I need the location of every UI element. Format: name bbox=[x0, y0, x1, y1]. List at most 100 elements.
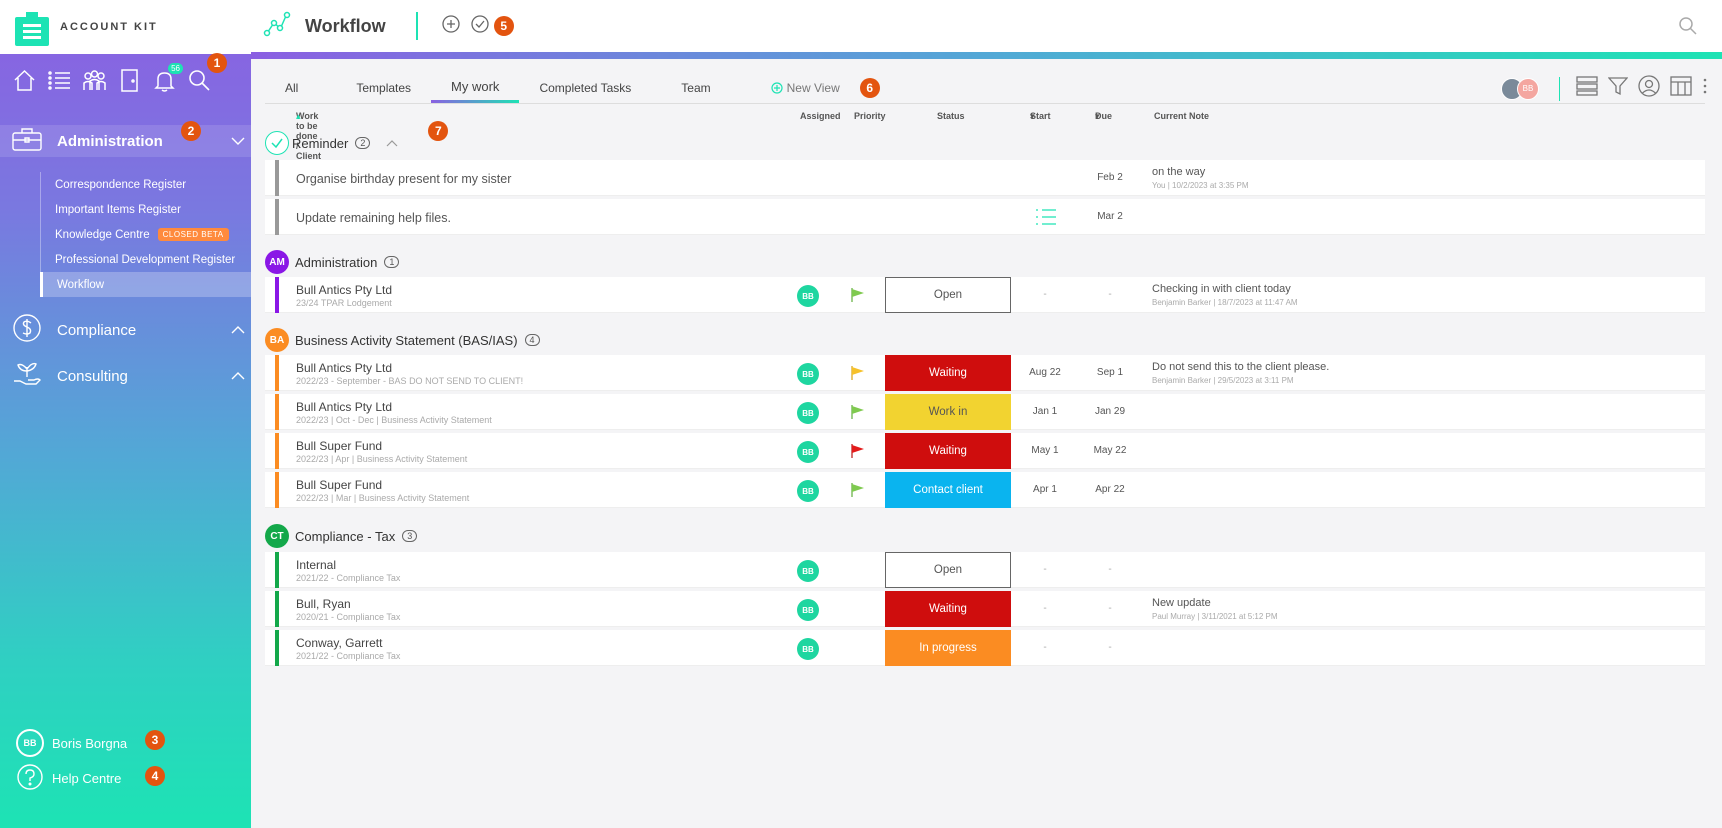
assignee-avatar[interactable]: BB bbox=[797, 402, 819, 424]
assignee-avatar[interactable]: BB bbox=[797, 480, 819, 502]
new-view-button[interactable]: New View bbox=[751, 73, 860, 103]
status-cell[interactable]: Waiting bbox=[885, 355, 1011, 391]
col-note[interactable]: Current Note bbox=[1154, 111, 1209, 121]
sort-down-icon: ▾ bbox=[1030, 111, 1035, 121]
assignee-avatar[interactable]: BB bbox=[797, 441, 819, 463]
green-flag-icon[interactable] bbox=[850, 482, 866, 498]
home-icon[interactable] bbox=[12, 68, 37, 93]
tab-templates[interactable]: Templates bbox=[336, 73, 431, 103]
status-cell[interactable]: Work in bbox=[885, 394, 1011, 430]
assignee-avatar[interactable]: BB bbox=[797, 363, 819, 385]
row-subtitle: 2022/23 | Mar | Business Activity Statem… bbox=[296, 493, 470, 503]
table-row[interactable]: Bull Super Fund 2022/23 | Apr | Business… bbox=[265, 433, 1705, 469]
row-title: Bull Super Fund bbox=[296, 478, 383, 492]
subnav-item-knowledge-centre[interactable]: Knowledge Centre CLOSED BETA bbox=[41, 222, 251, 247]
table-row[interactable]: Bull Antics Pty Ltd 23/24 TPAR Lodgement… bbox=[265, 277, 1705, 313]
table-row[interactable]: Organise birthday present for my sister … bbox=[265, 160, 1705, 196]
table-row[interactable]: Bull Antics Pty Ltd 2022/23 - September … bbox=[265, 355, 1705, 391]
user-profile[interactable]: BB Boris Borgna bbox=[16, 729, 127, 757]
green-flag-icon[interactable] bbox=[850, 404, 866, 420]
status-cell[interactable]: Waiting bbox=[885, 433, 1011, 469]
team-avatars[interactable]: BB bbox=[1501, 77, 1543, 100]
row-title: Conway, Garrett bbox=[296, 636, 383, 650]
status-cell[interactable]: Open bbox=[885, 552, 1011, 588]
group-bas[interactable]: BA Business Activity Statement (BAS/IAS)… bbox=[265, 326, 1705, 354]
brand[interactable]: ACCOUNT KIT bbox=[0, 0, 251, 54]
user-circle-icon[interactable] bbox=[1638, 75, 1660, 102]
group-administration[interactable]: AM Administration 1 bbox=[265, 248, 1705, 276]
subnav-item-professional-development[interactable]: Professional Development Register bbox=[41, 247, 251, 272]
col-priority[interactable]: Priority bbox=[854, 111, 886, 121]
search-icon[interactable] bbox=[187, 68, 212, 93]
row-color-bar bbox=[275, 552, 279, 588]
row-color-bar bbox=[275, 277, 279, 313]
status-cell[interactable]: Waiting bbox=[885, 591, 1011, 627]
subnav-item-correspondence[interactable]: Correspondence Register bbox=[41, 172, 251, 197]
row-subtitle: 2022/23 - September - BAS DO NOT SEND TO… bbox=[296, 376, 524, 386]
team-icon[interactable] bbox=[82, 68, 107, 93]
chevron-up-icon[interactable] bbox=[231, 323, 245, 337]
table-row[interactable]: Bull, Ryan 2020/21 - Compliance Tax BB W… bbox=[265, 591, 1705, 627]
help-centre-label: Help Centre bbox=[52, 771, 122, 786]
col-assigned[interactable]: Assigned bbox=[800, 111, 841, 121]
columns-icon[interactable] bbox=[1670, 76, 1692, 101]
row-start: Apr 1 bbox=[1033, 484, 1057, 495]
tab-completed-tasks[interactable]: Completed Tasks bbox=[519, 73, 651, 103]
table-row[interactable]: Bull Antics Pty Ltd 2022/23 | Oct - Dec … bbox=[265, 394, 1705, 430]
green-flag-icon[interactable] bbox=[850, 287, 866, 303]
row-start: Jan 1 bbox=[1032, 406, 1058, 417]
tab-all[interactable]: All bbox=[265, 73, 318, 103]
tab-team[interactable]: Team bbox=[661, 73, 730, 103]
assignee-avatar[interactable]: BB bbox=[797, 638, 819, 660]
rows-icon[interactable] bbox=[1576, 76, 1598, 101]
list-icon[interactable] bbox=[47, 68, 72, 93]
brand-name: ACCOUNT KIT bbox=[60, 21, 158, 33]
status-cell[interactable]: Open bbox=[885, 277, 1011, 313]
row-due: - bbox=[1108, 642, 1112, 653]
filter-icon[interactable] bbox=[1607, 76, 1629, 101]
row-subtitle: 2021/22 - Compliance Tax bbox=[296, 651, 401, 661]
table-row[interactable]: Conway, Garrett 2021/22 - Compliance Tax… bbox=[265, 630, 1705, 666]
nav-section-compliance[interactable]: Compliance bbox=[0, 313, 251, 346]
tab-my-work[interactable]: My work bbox=[431, 73, 520, 103]
table-row[interactable]: Update remaining help files. Mar 2 bbox=[265, 199, 1705, 235]
chevron-up-icon[interactable] bbox=[231, 369, 245, 383]
assignee-avatar[interactable]: BB bbox=[797, 560, 819, 582]
subnav-item-workflow[interactable]: Workflow bbox=[40, 272, 251, 297]
yellow-flag-icon[interactable] bbox=[850, 365, 866, 381]
row-color-bar bbox=[275, 630, 279, 666]
assignee-avatar[interactable]: BB bbox=[797, 599, 819, 621]
nav-section-administration[interactable]: Administration bbox=[0, 125, 251, 157]
col-status[interactable]: Status bbox=[937, 111, 965, 121]
check-circle-icon[interactable] bbox=[471, 14, 489, 38]
more-vertical-icon[interactable] bbox=[1702, 77, 1708, 100]
door-icon[interactable] bbox=[117, 68, 142, 93]
group-count: 2 bbox=[355, 137, 371, 149]
red-flag-icon[interactable] bbox=[850, 443, 866, 459]
add-icon[interactable] bbox=[442, 14, 460, 38]
table-row[interactable]: Internal 2021/22 - Compliance Tax BB Ope… bbox=[265, 552, 1705, 588]
help-centre-link[interactable]: Help Centre bbox=[16, 763, 121, 794]
row-note-meta: Benjamin Barker | 29/5/2023 at 3:11 PM bbox=[1152, 376, 1294, 385]
status-cell[interactable]: Contact client bbox=[885, 472, 1011, 508]
bell-icon[interactable]: 56 bbox=[152, 63, 183, 93]
table-row[interactable]: Bull Super Fund 2022/23 | Mar | Business… bbox=[265, 472, 1705, 508]
bb-avatar: BB bbox=[1517, 77, 1539, 100]
nav-section-label: Compliance bbox=[57, 321, 137, 339]
checklist-icon[interactable] bbox=[1035, 207, 1057, 232]
row-color-bar bbox=[275, 160, 279, 196]
group-reminder[interactable]: Reminder 2 7 bbox=[265, 121, 1705, 157]
nav-section-consulting[interactable]: Consulting bbox=[0, 360, 251, 392]
global-search-icon[interactable] bbox=[1678, 16, 1698, 41]
status-cell[interactable]: In progress bbox=[885, 630, 1011, 666]
chevron-down-icon[interactable] bbox=[231, 134, 245, 148]
row-note-meta: Paul Murray | 3/11/2021 at 5:12 PM bbox=[1152, 612, 1278, 621]
chevron-up-icon[interactable] bbox=[386, 134, 398, 152]
tab-label: All bbox=[285, 81, 299, 95]
help-icon bbox=[16, 763, 44, 794]
check-icon bbox=[265, 131, 289, 155]
row-subtitle: 2021/22 - Compliance Tax bbox=[296, 573, 401, 583]
assignee-avatar[interactable]: BB bbox=[797, 285, 819, 307]
group-compliance-tax[interactable]: CT Compliance - Tax 3 bbox=[265, 522, 1705, 550]
subnav-item-important-items[interactable]: Important Items Register bbox=[41, 197, 251, 222]
